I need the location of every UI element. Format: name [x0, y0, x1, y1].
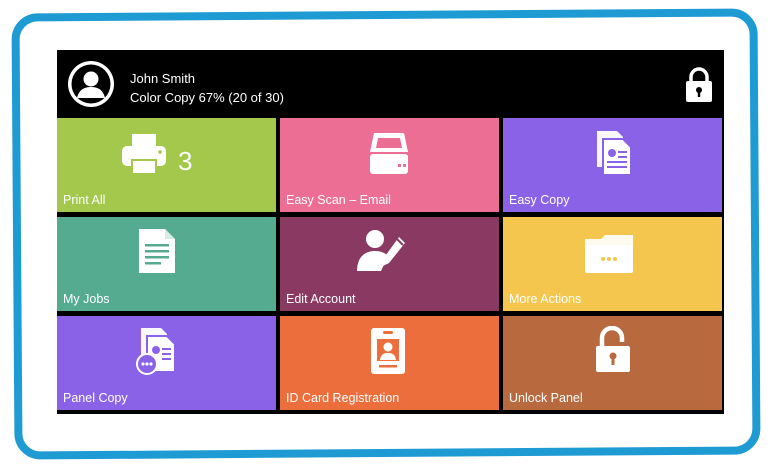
tile-grid: 3 Print All Easy Scan – Email Easy Copy …: [57, 118, 724, 414]
my-jobs-label: My Jobs: [63, 292, 110, 306]
more-actions-label: More Actions: [509, 292, 582, 306]
panel-screen: John Smith Color Copy 67% (20 of 30) 3 P…: [57, 50, 724, 414]
edit-account-tile[interactable]: Edit Account: [280, 217, 499, 311]
id-card-registration-label: ID Card Registration: [286, 391, 400, 405]
folder-icon: [585, 235, 633, 273]
printer-icon: [122, 134, 166, 175]
panel-copy-label: Panel Copy: [63, 391, 128, 405]
lock-icon[interactable]: [684, 67, 714, 103]
user-name: John Smith: [130, 71, 196, 86]
panel-copy-icon: [136, 328, 176, 375]
my-jobs-tile[interactable]: My Jobs: [57, 217, 276, 311]
user-avatar-icon: [68, 61, 114, 107]
id-card-registration-tile[interactable]: ID Card Registration: [280, 316, 499, 410]
print-all-tile[interactable]: 3 Print All: [57, 118, 276, 212]
easy-copy-label: Easy Copy: [509, 193, 570, 207]
copy-document-icon: [597, 131, 632, 176]
user-edit-icon: [357, 230, 405, 271]
print-all-label: Print All: [63, 193, 106, 207]
id-card-icon: [371, 328, 405, 374]
document-icon: [139, 229, 175, 273]
panel-copy-tile[interactable]: Panel Copy: [57, 316, 276, 410]
unlock-panel-tile[interactable]: Unlock Panel: [503, 316, 722, 410]
easy-scan-email-tile[interactable]: Easy Scan – Email: [280, 118, 499, 212]
unlock-panel-label: Unlock Panel: [509, 391, 583, 405]
unlock-icon: [596, 326, 630, 372]
more-actions-tile[interactable]: More Actions: [503, 217, 722, 311]
scanner-icon: [370, 133, 408, 174]
copy-quota-status: Color Copy 67% (20 of 30): [130, 90, 284, 105]
easy-scan-email-label: Easy Scan – Email: [286, 193, 391, 207]
edit-account-label: Edit Account: [286, 292, 356, 306]
print-job-count: 3: [178, 146, 193, 176]
easy-copy-tile[interactable]: Easy Copy: [503, 118, 722, 212]
header-bar: John Smith Color Copy 67% (20 of 30): [57, 50, 724, 118]
